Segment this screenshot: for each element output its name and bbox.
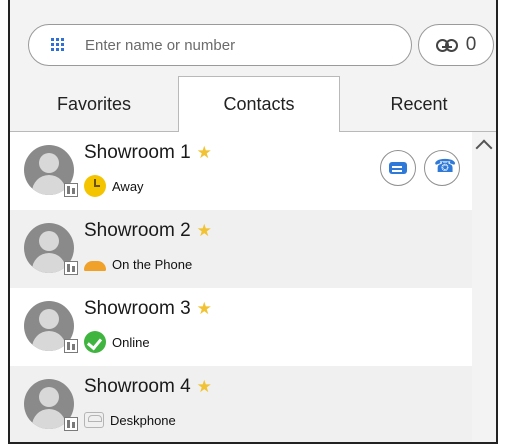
call-button[interactable] (424, 150, 460, 186)
building-icon (64, 339, 78, 353)
status-text: Deskphone (110, 412, 176, 428)
contact-status: On the Phone (84, 252, 192, 276)
phone-handset-icon (84, 253, 106, 275)
contacts-panel: 0 Favorites Contacts Recent Showroom 1 ★… (8, 0, 498, 444)
status-text: Online (112, 334, 150, 350)
avatar (24, 301, 78, 353)
star-icon[interactable]: ★ (197, 143, 212, 163)
message-button[interactable] (380, 150, 416, 186)
status-text: On the Phone (112, 256, 193, 272)
voicemail-count: 0 (465, 34, 477, 55)
voicemail-icon (435, 39, 458, 52)
contact-row[interactable]: Showroom 2 ★ On the Phone (10, 210, 472, 288)
tab-recent[interactable]: Recent (340, 76, 496, 132)
tab-bar: Favorites Contacts Recent (10, 76, 496, 133)
contact-list: Showroom 1 ★ Away Showroom 2 ★ (10, 132, 472, 442)
contact-status: Away (84, 174, 144, 198)
contact-status: Online (84, 330, 150, 354)
check-icon (84, 331, 106, 353)
tab-favorites[interactable]: Favorites (10, 76, 178, 132)
avatar (24, 145, 78, 197)
search-box[interactable] (28, 24, 412, 66)
dialpad-icon[interactable] (51, 38, 65, 52)
scrollbar[interactable] (472, 132, 496, 442)
contact-name: Showroom 1 (84, 142, 191, 163)
star-icon[interactable]: ★ (197, 299, 212, 319)
deskphone-icon (84, 412, 104, 428)
contact-name-wrap: Showroom 2 ★ (84, 220, 212, 242)
contact-name: Showroom 2 (84, 220, 191, 241)
status-text: Away (112, 178, 144, 194)
contact-name-wrap: Showroom 3 ★ (84, 298, 212, 320)
contact-name: Showroom 4 (84, 376, 191, 397)
star-icon[interactable]: ★ (197, 377, 212, 397)
contact-name-wrap: Showroom 1 ★ (84, 142, 212, 164)
contact-status: Deskphone (84, 408, 176, 432)
contact-name-wrap: Showroom 4 ★ (84, 376, 212, 398)
avatar (24, 379, 78, 431)
contact-row[interactable]: Showroom 3 ★ Online (10, 288, 472, 366)
tab-contacts[interactable]: Contacts (178, 76, 340, 133)
contact-row[interactable]: Showroom 1 ★ Away (10, 132, 472, 210)
star-icon[interactable]: ★ (197, 221, 212, 241)
contact-name: Showroom 3 (84, 298, 191, 319)
scroll-up-icon[interactable] (475, 139, 493, 157)
top-bar: 0 (10, 0, 496, 76)
voicemail-button[interactable]: 0 (418, 24, 494, 66)
avatar (24, 223, 78, 275)
building-icon (64, 183, 78, 197)
clock-icon (84, 175, 106, 197)
contact-row[interactable]: Showroom 4 ★ Deskphone (10, 366, 472, 442)
row-actions (372, 150, 460, 186)
building-icon (64, 261, 78, 275)
building-icon (64, 417, 78, 431)
search-input[interactable] (85, 36, 385, 54)
